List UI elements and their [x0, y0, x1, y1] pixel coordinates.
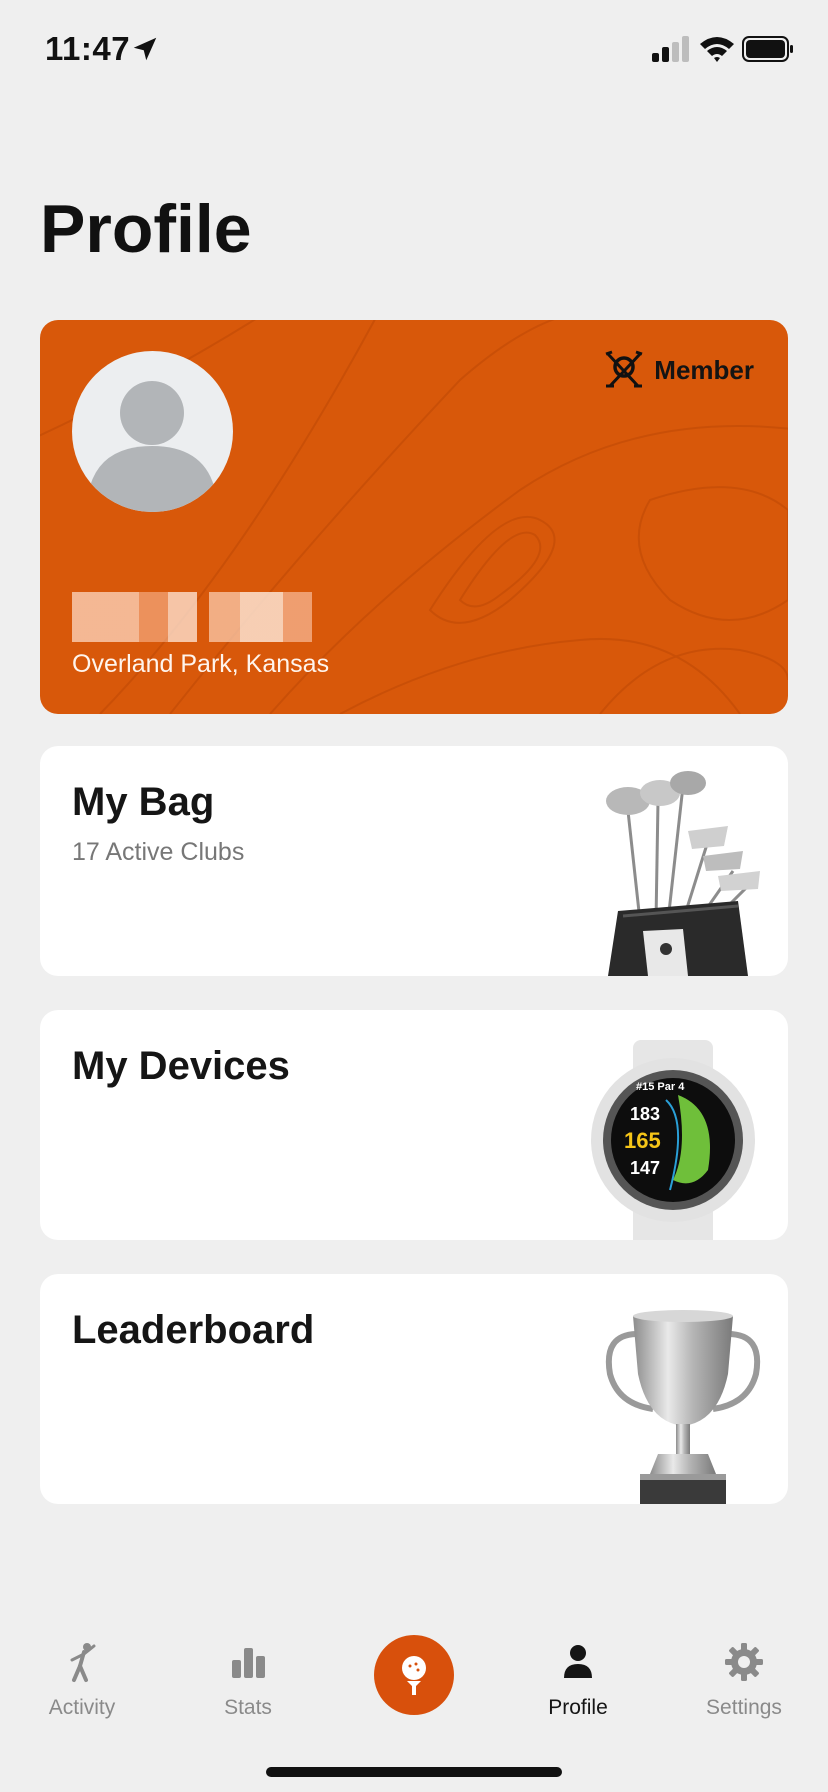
user-location: Overland Park, Kansas	[72, 650, 330, 678]
tab-settings[interactable]: Settings	[674, 1640, 814, 1720]
leaderboard-card[interactable]: Leaderboard	[40, 1274, 788, 1504]
crossed-clubs-icon	[605, 350, 643, 388]
golfer-icon	[70, 1643, 96, 1682]
bar-chart-icon	[232, 1648, 265, 1678]
tab-stats[interactable]: Stats	[178, 1640, 318, 1720]
watch-back-distance: 183	[630, 1104, 660, 1124]
wifi-icon	[700, 37, 734, 62]
tab-label: Settings	[706, 1696, 782, 1719]
watch-hole-label: #15 Par 4	[636, 1081, 685, 1093]
smartwatch-icon: #15 Par 4 183 165 147	[591, 1040, 755, 1240]
cellular-signal-icon	[652, 36, 689, 62]
tab-activity[interactable]: Activity	[12, 1640, 152, 1720]
tab-label: Profile	[548, 1696, 608, 1719]
page-title: Profile	[40, 191, 252, 267]
location-arrow-icon	[133, 37, 157, 61]
tab-bar: Activity Stats Profile Settings	[0, 1600, 828, 1792]
battery-icon	[742, 36, 793, 62]
status-bar: 11:47	[0, 0, 828, 100]
card-title: Leaderboard	[72, 1308, 315, 1352]
member-label: Member	[654, 354, 754, 385]
play-round-button[interactable]	[374, 1635, 454, 1715]
tab-label: Activity	[48, 1696, 116, 1719]
status-time: 11:47	[45, 30, 131, 67]
golf-bag-icon	[606, 771, 760, 976]
watch-middle-distance: 165	[624, 1128, 661, 1153]
person-icon	[564, 1645, 592, 1678]
member-badge: Member	[604, 350, 754, 390]
card-title: My Bag	[72, 780, 215, 824]
gear-icon	[725, 1643, 763, 1681]
tab-label: Stats	[224, 1696, 272, 1719]
default-avatar-icon	[90, 381, 214, 512]
home-indicator[interactable]	[266, 1767, 562, 1777]
tab-profile[interactable]: Profile	[508, 1640, 648, 1720]
profile-card[interactable]: Member Overland Park, Kansas	[40, 320, 788, 714]
trophy-icon	[605, 1310, 761, 1504]
user-name-redacted	[72, 592, 312, 642]
watch-front-distance: 147	[630, 1158, 660, 1178]
golf-ball-tee-icon	[402, 1656, 426, 1695]
my-devices-card[interactable]: My Devices #15 Par 4 183 165 147	[40, 1010, 788, 1240]
active-clubs-count: 17 Active Clubs	[72, 838, 245, 866]
my-bag-card[interactable]: My Bag 17 Active Clubs	[40, 746, 788, 976]
card-title: My Devices	[72, 1044, 290, 1088]
avatar[interactable]	[72, 351, 233, 512]
